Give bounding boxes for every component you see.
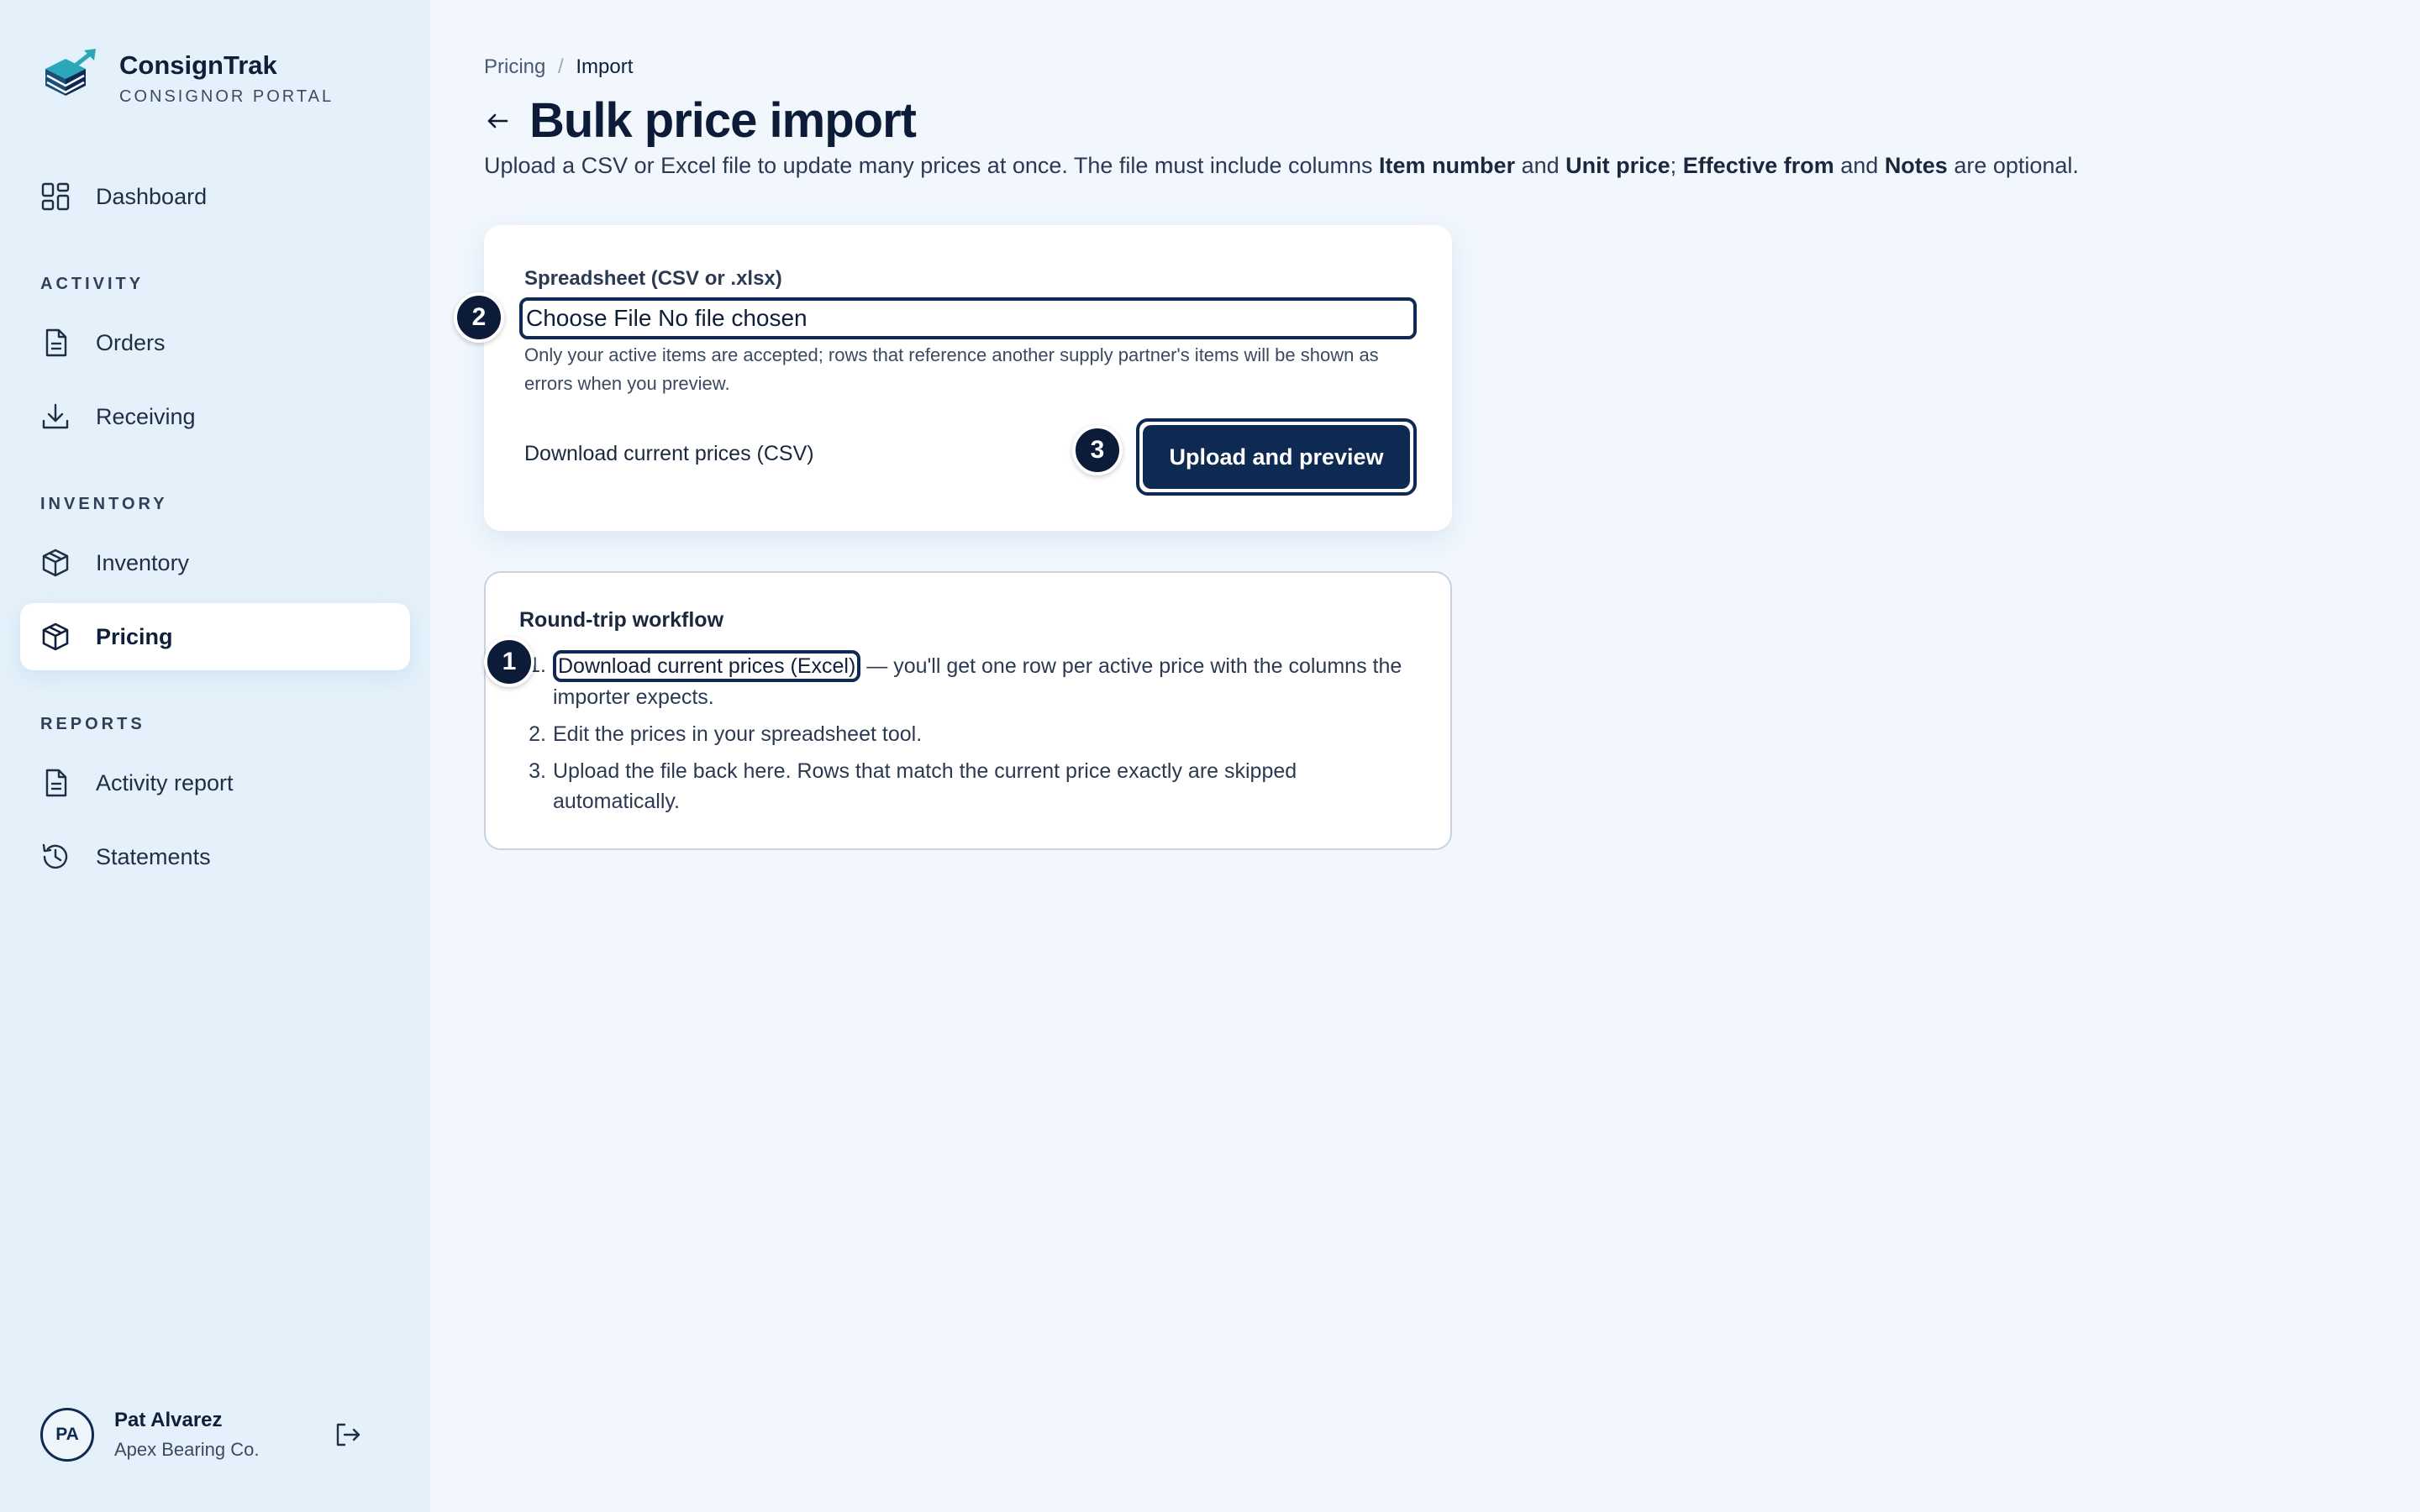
brand-name: ConsignTrak [119, 50, 277, 80]
section-label-reports: REPORTS [40, 715, 145, 733]
section-label-activity: ACTIVITY [40, 275, 145, 293]
upload-preview-focus-ring: Upload and preview [1136, 418, 1417, 496]
sidebar-item-label: Orders [96, 329, 166, 355]
sidebar-item-dashboard[interactable]: Dashboard [20, 163, 410, 230]
sidebar-item-receiving[interactable]: Receiving [20, 383, 410, 450]
sidebar-item-label: Activity report [96, 769, 234, 795]
spreadsheet-help-text: Only your active items are accepted; row… [524, 344, 1379, 394]
sidebar-item-inventory[interactable]: Inventory [20, 529, 410, 596]
workflow-step-3: 3. Upload the file back here. Rows that … [529, 759, 1297, 813]
sidebar-item-pricing[interactable]: Pricing [20, 603, 410, 670]
section-label-inventory: INVENTORY [40, 495, 168, 513]
workflow-card: Round-trip workflow 1. Download current … [484, 571, 1452, 850]
history-icon [40, 842, 71, 872]
consigntrak-logo-icon [45, 49, 96, 96]
document-icon [40, 328, 71, 358]
brand[interactable]: ConsignTrak CONSIGNOR PORTAL [40, 47, 334, 108]
sidebar-item-label: Pricing [96, 623, 173, 649]
download-icon [40, 402, 71, 432]
brand-subtitle: CONSIGNOR PORTAL [119, 87, 334, 106]
upload-preview-button[interactable]: Upload and preview [1143, 425, 1410, 489]
workflow-title: Round-trip workflow [519, 608, 724, 632]
app: ConsignTrak CONSIGNOR PORTAL Dashboard A… [0, 0, 2420, 1512]
sidebar: ConsignTrak CONSIGNOR PORTAL Dashboard A… [0, 0, 430, 1512]
page-description: Upload a CSV or Excel file to update man… [484, 153, 2079, 178]
annotation-badge-1: 1 [484, 637, 534, 687]
logout-icon[interactable] [331, 1418, 365, 1452]
workflow-step-2: 2. Edit the prices in your spreadsheet t… [529, 722, 923, 746]
user-block: PA Pat Alvarez Apex Bearing Co. [40, 1408, 390, 1462]
breadcrumb: Pricing / Import [484, 55, 633, 79]
sidebar-item-label: Dashboard [96, 183, 208, 209]
download-excel-link[interactable]: Download current prices (Excel) [553, 650, 861, 682]
annotation-badge-2: 2 [454, 292, 504, 343]
back-arrow-icon[interactable] [484, 108, 511, 134]
breadcrumb-separator: / [558, 55, 564, 78]
user-org: Apex Bearing Co. [114, 1439, 260, 1460]
breadcrumb-current: Import [576, 55, 634, 78]
breadcrumb-pricing[interactable]: Pricing [484, 55, 545, 78]
document-icon [40, 768, 71, 798]
box-icon [40, 622, 71, 652]
avatar[interactable]: PA [40, 1408, 94, 1462]
user-name: Pat Alvarez [114, 1409, 223, 1431]
spreadsheet-field-label: Spreadsheet (CSV or .xlsx) [524, 267, 782, 290]
sidebar-item-activity-report[interactable]: Activity report [20, 749, 410, 816]
sidebar-item-label: Statements [96, 843, 211, 869]
sidebar-item-statements[interactable]: Statements [20, 823, 410, 890]
title-row: Bulk price import [484, 92, 917, 149]
sidebar-item-orders[interactable]: Orders [20, 309, 410, 376]
sidebar-item-label: Receiving [96, 403, 196, 429]
dashboard-icon [40, 181, 71, 212]
workflow-steps: 1. Download current prices (Excel) — you… [519, 650, 1427, 823]
annotation-badge-3: 3 [1072, 425, 1123, 475]
workflow-step-1: 1. Download current prices (Excel) — you… [519, 650, 1427, 712]
spreadsheet-file-input[interactable]: Choose File No file chosen [519, 297, 1417, 339]
download-csv-link[interactable]: Download current prices (CSV) [524, 442, 814, 466]
sidebar-item-label: Inventory [96, 549, 190, 575]
upload-card: Spreadsheet (CSV or .xlsx) Choose File N… [454, 225, 1452, 531]
main-content: Pricing / Import Bulk price import Uploa… [430, 0, 2420, 1512]
box-icon [40, 548, 71, 578]
page-title: Bulk price import [529, 93, 917, 148]
